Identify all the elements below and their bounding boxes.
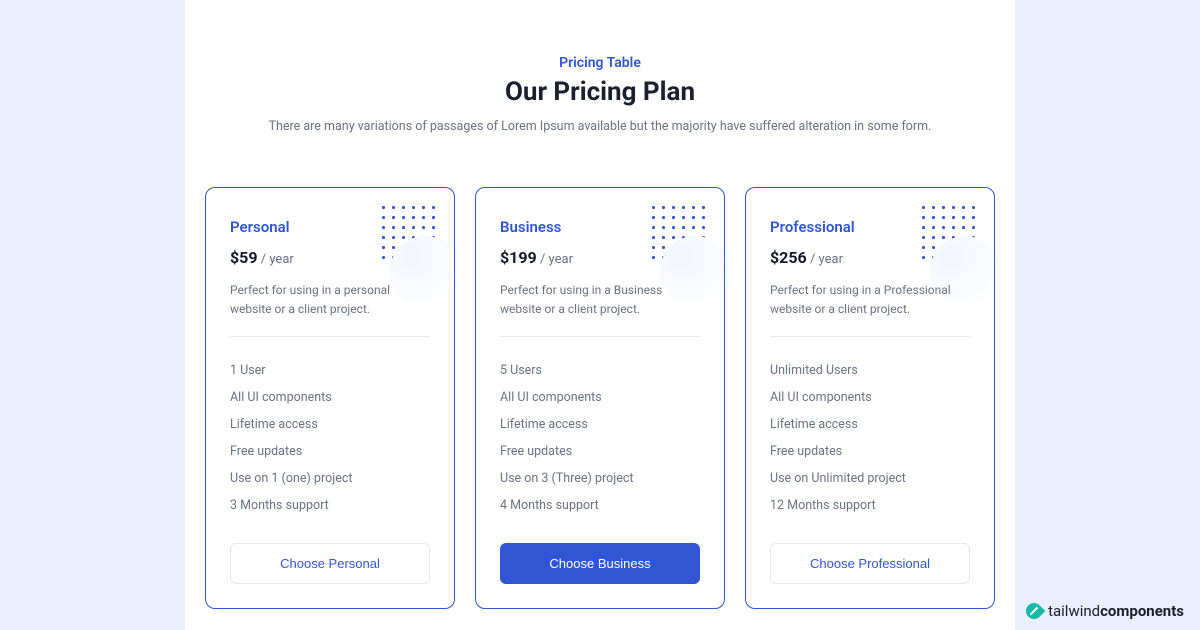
feature-item: Unlimited Users [770, 357, 970, 384]
period: / year [258, 252, 294, 267]
period: / year [537, 252, 573, 267]
pricing-page: Pricing Table Our Pricing Plan There are… [185, 0, 1015, 630]
period: / year [807, 252, 843, 267]
brand-text-light: tailwind [1048, 602, 1100, 620]
card-content: Professional $256 / year Perfect for using… [770, 218, 970, 584]
price-row: $256 / year [770, 248, 970, 267]
eyebrow: Pricing Table [205, 55, 995, 71]
header: Pricing Table Our Pricing Plan There are… [205, 55, 995, 137]
plan-description: Perfect for using in a Business website … [500, 281, 700, 318]
feature-item: Lifetime access [500, 411, 700, 438]
choose-personal-button[interactable]: Choose Personal [230, 543, 430, 584]
page-subtitle: There are many variations of passages of… [205, 117, 995, 137]
feature-item: 12 Months support [770, 492, 970, 519]
price: $199 [500, 248, 537, 267]
plan-name: Personal [230, 218, 430, 236]
card-content: Personal $59 / year Perfect for using in a… [230, 218, 430, 584]
feature-item: Use on 3 (Three) project [500, 465, 700, 492]
pricing-card-personal: Personal $59 / year Perfect for using in a… [205, 187, 455, 609]
feature-item: 3 Months support [230, 492, 430, 519]
feature-item: All UI components [770, 384, 970, 411]
pricing-card-business: Business $199 / year Perfect for using in … [475, 187, 725, 609]
feature-item: Free updates [770, 438, 970, 465]
feature-list: Unlimited UsersAll UI componentsLifetime… [770, 357, 970, 519]
feature-item: All UI components [230, 384, 430, 411]
feature-list: 1 UserAll UI componentsLifetime accessFr… [230, 357, 430, 519]
divider [770, 336, 970, 337]
brand-badge: tailwindcomponents [1026, 602, 1184, 620]
leaf-icon [1023, 600, 1046, 623]
feature-item: Free updates [500, 438, 700, 465]
choose-professional-button[interactable]: Choose Professional [770, 543, 970, 584]
feature-item: Use on 1 (one) project [230, 465, 430, 492]
feature-item: 5 Users [500, 357, 700, 384]
price: $256 [770, 248, 807, 267]
plan-name: Professional [770, 218, 970, 236]
feature-item: 4 Months support [500, 492, 700, 519]
feature-item: Lifetime access [230, 411, 430, 438]
feature-item: Free updates [230, 438, 430, 465]
divider [230, 336, 430, 337]
plan-description: Perfect for using in a Professional webs… [770, 281, 970, 318]
card-content: Business $199 / year Perfect for using in … [500, 218, 700, 584]
feature-item: All UI components [500, 384, 700, 411]
pricing-cards: Personal $59 / year Perfect for using in a… [205, 187, 995, 609]
choose-business-button[interactable]: Choose Business [500, 543, 700, 584]
price-row: $199 / year [500, 248, 700, 267]
page-title: Our Pricing Plan [205, 77, 995, 107]
feature-item: Use on Unlimited project [770, 465, 970, 492]
price-row: $59 / year [230, 248, 430, 267]
plan-name: Business [500, 218, 700, 236]
divider [500, 336, 700, 337]
brand-text-bold: components [1100, 602, 1184, 620]
feature-item: 1 User [230, 357, 430, 384]
feature-list: 5 UsersAll UI componentsLifetime accessF… [500, 357, 700, 519]
feature-item: Lifetime access [770, 411, 970, 438]
price: $59 [230, 248, 258, 267]
plan-description: Perfect for using in a personal website … [230, 281, 430, 318]
pricing-card-professional: Professional $256 / year Perfect for using… [745, 187, 995, 609]
